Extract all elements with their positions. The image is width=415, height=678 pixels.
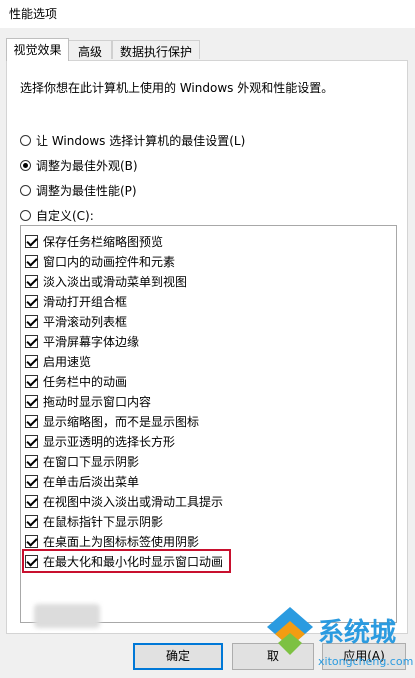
list-item[interactable]: 在单击后淡出菜单	[25, 472, 139, 490]
effect-label: 显示亚透明的选择长方形	[43, 434, 176, 449]
checkbox-checked-icon[interactable]	[25, 354, 38, 368]
red-highlight-box	[22, 549, 231, 573]
list-item[interactable]: 启用速览	[25, 352, 91, 370]
checkbox-checked-icon[interactable]	[25, 314, 38, 328]
list-item[interactable]: 淡入淡出或滑动菜单到视图	[25, 272, 187, 290]
radio-button-icon[interactable]	[20, 184, 31, 196]
list-item[interactable]: 窗口内的动画控件和元素	[25, 252, 175, 270]
effect-label: 在单击后淡出菜单	[43, 474, 140, 489]
checkbox-checked-icon[interactable]	[25, 434, 38, 448]
radio-best-appearance[interactable]: 调整为最佳外观(B)	[20, 156, 138, 174]
visual-effects-list[interactable]: 保存任务栏缩略图预览 窗口内的动画控件和元素 淡入淡出或滑动菜单到视图 滑动打开…	[20, 225, 397, 623]
list-item[interactable]: 平滑滚动列表框	[25, 312, 127, 330]
radio-best-performance[interactable]: 调整为最佳性能(P)	[20, 181, 137, 199]
checkbox-checked-icon[interactable]	[25, 514, 38, 528]
panel-description: 选择你想在此计算机上使用的 Windows 外观和性能设置。	[20, 81, 334, 95]
list-item[interactable]: 滑动打开组合框	[25, 292, 127, 310]
effect-label: 窗口内的动画控件和元素	[43, 254, 176, 269]
list-item[interactable]: 显示缩略图，而不是显示图标	[25, 412, 199, 430]
checkbox-checked-icon[interactable]	[25, 254, 38, 268]
effect-label: 滑动打开组合框	[43, 294, 128, 309]
window-title: 性能选项	[9, 7, 58, 21]
watermark-logo-icon	[267, 607, 313, 655]
radio-let-windows-choose[interactable]: 让 Windows 选择计算机的最佳设置(L)	[20, 131, 245, 149]
effect-label: 平滑滚动列表框	[43, 314, 128, 329]
radio-custom[interactable]: 自定义(C):	[20, 206, 94, 224]
effect-label: 在桌面上为图标标签使用阴影	[43, 534, 200, 549]
list-item[interactable]: 任务栏中的动画	[25, 372, 127, 390]
effect-label: 在窗口下显示阴影	[43, 454, 140, 469]
list-item[interactable]: 显示亚透明的选择长方形	[25, 432, 175, 450]
effect-label: 保存任务栏缩略图预览	[43, 234, 164, 249]
radio-button-selected-icon[interactable]	[20, 159, 31, 171]
radio-label: 让 Windows 选择计算机的最佳设置(L)	[36, 133, 246, 148]
radio-button-icon[interactable]	[20, 134, 31, 146]
effect-label: 任务栏中的动画	[43, 374, 128, 389]
tab-visual-effects[interactable]: 视觉效果	[6, 38, 69, 61]
list-item[interactable]: 在窗口下显示阴影	[25, 452, 139, 470]
effect-label: 在鼠标指针下显示阴影	[43, 514, 164, 529]
tab-data-execution-prevention[interactable]: 数据执行保护	[112, 40, 200, 59]
watermark-url: xitongcheng.com	[318, 655, 414, 668]
checkbox-checked-icon[interactable]	[25, 394, 38, 408]
effect-label: 拖动时显示窗口内容	[43, 394, 152, 409]
title-bar: 性能选项	[0, 0, 415, 28]
checkbox-checked-icon[interactable]	[25, 494, 38, 508]
radio-label: 调整为最佳性能(P)	[36, 183, 137, 198]
effect-label: 在视图中淡入淡出或滑动工具提示	[43, 494, 224, 509]
list-item[interactable]: 平滑屏幕字体边缘	[25, 332, 139, 350]
list-item[interactable]: 在鼠标指针下显示阴影	[25, 512, 163, 530]
effect-label: 显示缩略图，而不是显示图标	[43, 414, 200, 429]
list-item[interactable]: 拖动时显示窗口内容	[25, 392, 151, 410]
tab-advanced[interactable]: 高级	[68, 40, 112, 59]
checkbox-checked-icon[interactable]	[25, 274, 38, 288]
list-item[interactable]: 在桌面上为图标标签使用阴影	[25, 532, 199, 550]
checkbox-checked-icon[interactable]	[25, 534, 38, 548]
checkbox-checked-icon[interactable]	[25, 234, 38, 248]
watermark-name: 系统城	[318, 618, 397, 648]
radio-button-icon[interactable]	[20, 209, 31, 221]
radio-label: 调整为最佳外观(B)	[36, 158, 138, 173]
blurred-area	[34, 604, 100, 628]
radio-label: 自定义(C):	[36, 208, 94, 223]
checkbox-checked-icon[interactable]	[25, 374, 38, 388]
list-item[interactable]: 保存任务栏缩略图预览	[25, 232, 163, 250]
checkbox-checked-icon[interactable]	[25, 334, 38, 348]
effect-label: 启用速览	[43, 354, 92, 369]
ok-button[interactable]: 确定	[133, 643, 223, 670]
checkbox-checked-icon[interactable]	[25, 454, 38, 468]
effect-label: 平滑屏幕字体边缘	[43, 334, 140, 349]
checkbox-checked-icon[interactable]	[25, 414, 38, 428]
performance-options-window: 性能选项 视觉效果 高级 数据执行保护 选择你想在此计算机上使用的 Window…	[0, 0, 415, 678]
list-item[interactable]: 在视图中淡入淡出或滑动工具提示	[25, 492, 223, 510]
checkbox-checked-icon[interactable]	[25, 474, 38, 488]
checkbox-checked-icon[interactable]	[25, 294, 38, 308]
effect-label: 淡入淡出或滑动菜单到视图	[43, 274, 188, 289]
